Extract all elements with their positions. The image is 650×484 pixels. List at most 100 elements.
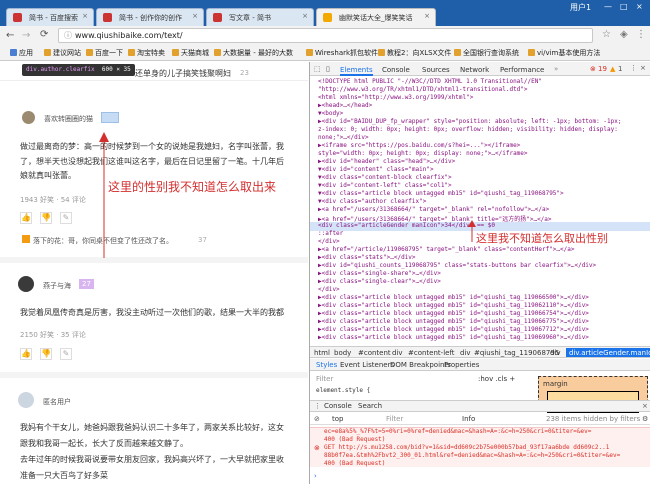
avatar[interactable] bbox=[18, 276, 34, 292]
avatar[interactable] bbox=[22, 111, 35, 124]
annotation-arrow bbox=[468, 220, 476, 242]
more-tabs-icon[interactable]: » bbox=[554, 65, 558, 73]
close-icon[interactable]: × bbox=[82, 12, 88, 20]
breadcrumb-item[interactable]: body bbox=[334, 349, 351, 357]
breadcrumb-item-selected[interactable]: div.articleGender.manIcon bbox=[566, 348, 650, 357]
username[interactable]: 喜欢转圈圈的猫 bbox=[44, 114, 93, 124]
hot-comment-icon bbox=[22, 235, 30, 243]
bookmark-item[interactable]: 全国银行查询系统 bbox=[454, 48, 519, 58]
hidden-items-message: 238 items hidden by filters bbox=[546, 415, 641, 423]
styles-filter-input[interactable]: Filter bbox=[316, 375, 333, 383]
tab-console[interactable]: Console bbox=[382, 66, 410, 74]
thumb-down-icon[interactable]: 👎 bbox=[40, 348, 52, 360]
apps-icon bbox=[10, 49, 17, 56]
breadcrumb-item[interactable]: div bbox=[392, 349, 403, 357]
breadcrumb-item[interactable]: div bbox=[550, 349, 561, 357]
breadcrumb-item[interactable]: html bbox=[314, 349, 330, 357]
bookmark-apps[interactable]: 应用 bbox=[10, 48, 33, 58]
console-filter-input[interactable]: Filter bbox=[386, 415, 403, 423]
inspect-tooltip: div.author.clearfix 600 × 35 bbox=[22, 64, 135, 76]
tab-search-drawer[interactable]: Search bbox=[358, 402, 382, 410]
close-window-icon[interactable]: × bbox=[636, 2, 643, 11]
context-select[interactable]: top bbox=[332, 415, 343, 423]
bookmark-item[interactable]: Wireshark抓包软件 bbox=[306, 48, 378, 58]
bookmark-star-icon[interactable]: ☆ bbox=[602, 29, 611, 40]
console-prompt-icon[interactable]: › bbox=[314, 472, 317, 480]
tab-performance[interactable]: Performance bbox=[500, 66, 544, 74]
jianshu-favicon-icon bbox=[213, 13, 222, 22]
menu-icon[interactable]: ⋮ bbox=[636, 29, 646, 40]
tab-elements[interactable]: Elements bbox=[340, 66, 373, 76]
bookmark-icon bbox=[128, 49, 135, 56]
tab-jianshu-write[interactable]: 写文章 - 简书 × bbox=[206, 8, 314, 26]
info-icon[interactable]: ⓘ bbox=[64, 30, 72, 41]
gender-badge: 27 bbox=[79, 279, 94, 289]
post-text: 还单身的儿子搞笑钱聚啊妇 bbox=[135, 69, 231, 78]
address-input[interactable]: ⓘ www.qiushibaike.com/text/ bbox=[58, 28, 593, 43]
styles-filter-flags[interactable]: :hov .cls + bbox=[478, 375, 515, 383]
bookmark-item[interactable]: 天猫商城 bbox=[172, 48, 209, 58]
bookmark-item[interactable]: 百度一下 bbox=[86, 48, 123, 58]
breadcrumb-item[interactable]: #content bbox=[358, 349, 391, 357]
close-icon[interactable]: × bbox=[640, 64, 646, 72]
log-level-select[interactable]: Info bbox=[462, 415, 475, 423]
comment-icon[interactable]: ✎ bbox=[60, 212, 72, 224]
comment-icon[interactable]: ✎ bbox=[60, 348, 72, 360]
inspect-element-icon[interactable]: ⬚ bbox=[314, 65, 321, 73]
bookmark-icon bbox=[454, 49, 461, 56]
user-profile-label[interactable]: 用户1 bbox=[570, 2, 591, 13]
settings-menu-icon[interactable]: ⋮ bbox=[630, 64, 637, 72]
close-drawer-icon[interactable]: × bbox=[642, 402, 648, 410]
baidu-favicon-icon bbox=[13, 13, 22, 22]
bookmark-item[interactable]: 大数据量 - 最好的大数 bbox=[214, 48, 300, 58]
error-count: 19 bbox=[598, 65, 607, 73]
bookmark-icon bbox=[86, 49, 93, 56]
thumb-down-icon[interactable]: 👎 bbox=[40, 212, 52, 224]
like-count: 23 bbox=[240, 69, 249, 77]
device-toolbar-icon[interactable]: ▯ bbox=[326, 65, 330, 73]
tab-styles[interactable]: Styles bbox=[316, 361, 337, 369]
close-icon[interactable]: × bbox=[302, 12, 308, 20]
console-settings-icon[interactable]: ⚙ bbox=[642, 415, 648, 423]
tab-label: 简书 - 百度搜索 bbox=[29, 14, 78, 22]
post-text: 跟我和我哥一起长，长大了反而越来越文静了。 bbox=[20, 439, 188, 448]
gender-badge bbox=[101, 112, 119, 123]
tab-bar: 简书 - 百度搜索 × 简书 - 创作你的创作 × 写文章 - 简书 × 幽默笑话大全… bbox=[0, 0, 650, 26]
bookmark-icon bbox=[528, 49, 535, 56]
bookmark-item[interactable]: 建议网站 bbox=[44, 48, 81, 58]
bookmark-item[interactable]: vi/vim基本使用方法 bbox=[528, 48, 646, 58]
margin-label: margin bbox=[543, 380, 568, 388]
drawer-menu-icon[interactable]: ⋮ bbox=[314, 402, 321, 410]
bookmark-item[interactable]: 教程2：向XLSX文件 bbox=[378, 48, 451, 58]
maximize-icon[interactable]: □ bbox=[620, 2, 628, 11]
tab-console-drawer[interactable]: Console bbox=[324, 402, 352, 410]
thumb-up-icon[interactable]: 👍 bbox=[20, 348, 32, 360]
post-text: 了，想半天也没想起我们这谁叫这名字，最后在日记里留了一笔。十几年后 bbox=[20, 157, 284, 166]
extension-icon[interactable]: ◈ bbox=[620, 29, 628, 40]
tab-properties[interactable]: Properties bbox=[444, 361, 479, 369]
tab-network[interactable]: Network bbox=[460, 66, 489, 74]
bookmark-item[interactable]: 淘宝特卖 bbox=[128, 48, 165, 58]
clear-console-icon[interactable]: ⊘ bbox=[314, 415, 320, 423]
tab-event-listeners[interactable]: Event Listeners bbox=[340, 361, 394, 369]
minimize-icon[interactable]: — bbox=[604, 2, 612, 11]
forward-icon[interactable]: → bbox=[22, 30, 30, 41]
close-icon[interactable]: × bbox=[192, 12, 198, 20]
reload-icon[interactable]: ⟳ bbox=[40, 29, 48, 40]
tab-jianshu-create[interactable]: 简书 - 创作你的创作 × bbox=[96, 8, 204, 26]
dom-tree[interactable]: <!DOCTYPE html PUBLIC "-//W3C//DTD XHTML… bbox=[310, 78, 650, 344]
tab-baidu-search[interactable]: 简书 - 百度搜索 × bbox=[6, 8, 94, 26]
username[interactable]: 燕子与海 bbox=[43, 281, 71, 291]
dom-node[interactable]: ▶<div class="article block untagged mb15… bbox=[310, 334, 650, 343]
close-icon[interactable]: × bbox=[424, 12, 430, 20]
thumb-up-icon[interactable]: 👍 bbox=[20, 212, 32, 224]
tab-qiushibaike[interactable]: 幽默笑话大全_爆笑笑话 × bbox=[316, 8, 436, 26]
breadcrumb-item[interactable]: #qiushi_tag_119068795 bbox=[474, 349, 559, 357]
breadcrumb-item[interactable]: #content-left bbox=[408, 349, 455, 357]
post-text: 我觉着凤凰传奇真是厉害，我没主动听过一次他们的歌，结果一大半的我都 bbox=[20, 308, 284, 317]
back-icon[interactable]: ← bbox=[6, 30, 14, 41]
tab-dom-breakpoints[interactable]: DOM Breakpoints bbox=[390, 361, 451, 369]
post-stats: 1943 好笑 · 54 评论 bbox=[20, 196, 86, 204]
breadcrumb-item[interactable]: div bbox=[460, 349, 471, 357]
tab-sources[interactable]: Sources bbox=[422, 66, 450, 74]
